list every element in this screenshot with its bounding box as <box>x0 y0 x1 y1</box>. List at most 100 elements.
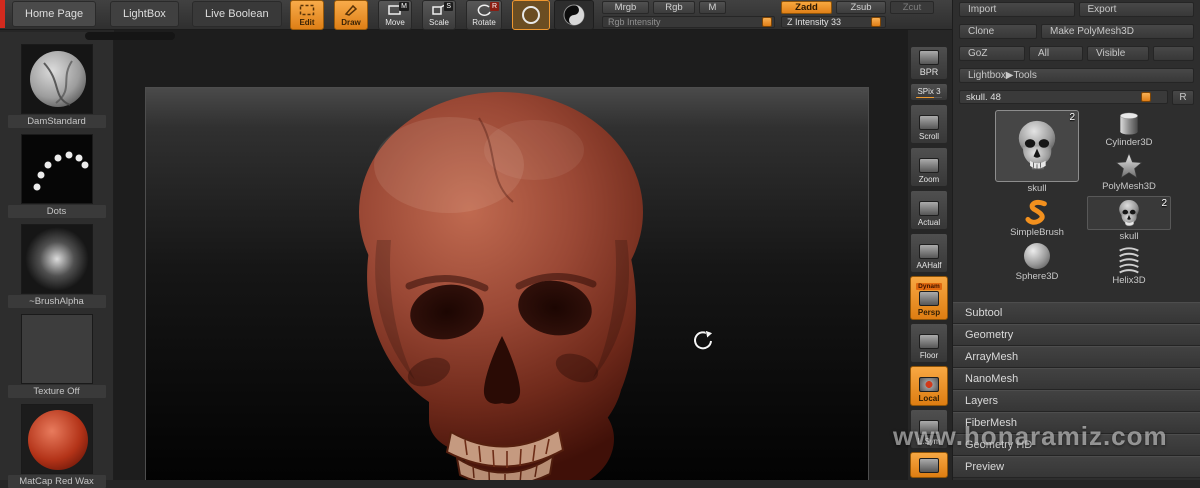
persp-button[interactable]: Dynam Persp <box>910 276 948 320</box>
zoom-button[interactable]: Zoom <box>910 147 948 187</box>
tool-name: PolyMesh3D <box>1102 181 1156 192</box>
tool-item-sphere3d[interactable] <box>995 242 1079 270</box>
lsym-icon <box>919 420 939 435</box>
tab-home-page[interactable]: Home Page <box>12 1 97 27</box>
tool-item-skull-2[interactable]: 2 <box>1087 196 1171 230</box>
z-intensity-slider[interactable]: Z Intensity 33 <box>781 16 886 28</box>
goz-visible-button[interactable]: Visible <box>1087 46 1149 61</box>
tool-submenus: Subtool Geometry ArrayMesh NanoMesh Laye… <box>953 302 1200 478</box>
tool-item-polymesh3d[interactable] <box>1087 152 1171 180</box>
viewport[interactable] <box>114 30 908 480</box>
lsym-button[interactable]: L.Sym <box>910 409 948 449</box>
material-thumbnail[interactable] <box>20 404 93 474</box>
slider-label: Rgb Intensity <box>608 17 661 27</box>
persp-grid-icon <box>919 291 939 306</box>
skull-tool-icon <box>1018 120 1056 170</box>
brush-thumbnail[interactable] <box>20 44 93 114</box>
menu-item-subtool[interactable]: Subtool <box>953 302 1200 324</box>
tool-column-right: Cylinder3D PolyMesh3D 2 skull Helix3D <box>1087 110 1171 290</box>
menu-item-fibermesh[interactable]: FiberMesh <box>953 412 1200 434</box>
mrgb-button[interactable]: Mrgb <box>602 1 649 14</box>
menu-item-geometry[interactable]: Geometry <box>953 324 1200 346</box>
active-tool-slider[interactable]: skull. 48 <box>959 90 1168 104</box>
scroll-button[interactable]: Scroll <box>910 104 948 144</box>
rotate-mode-button[interactable]: R Rotate <box>466 0 502 30</box>
slider-handle[interactable] <box>871 17 881 27</box>
lightbox-tools-button[interactable]: Lightbox▶Tools <box>959 68 1194 83</box>
zoom-magnifier-icon <box>919 158 939 173</box>
tab-lightbox[interactable]: LightBox <box>110 1 179 27</box>
scale-mode-button[interactable]: S Scale <box>422 0 456 30</box>
goz-all-button[interactable]: All <box>1029 46 1083 61</box>
m-button[interactable]: M <box>699 1 726 14</box>
bpr-button[interactable]: BPR <box>910 46 948 80</box>
stroke-selector[interactable] <box>512 0 550 30</box>
skull-tool-icon <box>1119 199 1139 226</box>
tool-item-helix3d[interactable] <box>1087 246 1171 274</box>
zadd-button[interactable]: Zadd <box>781 1 832 14</box>
edit-icon <box>299 4 315 16</box>
import-button[interactable]: Import <box>959 2 1075 17</box>
tool-item-cylinder3d[interactable] <box>1087 110 1171 136</box>
actual-button[interactable]: Actual <box>910 190 948 230</box>
scroll-hand-icon <box>919 115 939 130</box>
local-button[interactable]: Local <box>910 366 948 406</box>
alpha-name: ~BrushAlpha <box>7 295 106 308</box>
spix-value-bar[interactable] <box>916 97 942 98</box>
zcut-button[interactable]: Zcut <box>890 1 934 14</box>
alpha-thumbnail[interactable] <box>20 224 93 294</box>
aahalf-button[interactable]: AAHalf <box>910 233 948 273</box>
clipped-shelf-button[interactable] <box>910 452 948 478</box>
rgb-intensity-slider[interactable]: Rgb Intensity <box>602 16 775 28</box>
menu-label: Preview <box>965 461 1005 473</box>
skull-model[interactable] <box>329 90 679 480</box>
slider-handle[interactable] <box>1141 92 1151 102</box>
blank-button[interactable] <box>1153 46 1194 61</box>
clone-button[interactable]: Clone <box>959 24 1037 39</box>
btn-label: Import <box>968 4 997 15</box>
alpha-selector-panel[interactable]: ~BrushAlpha <box>7 224 106 308</box>
stroke-type-selector[interactable]: Dots <box>7 134 106 218</box>
btn-label: Zsub <box>850 2 872 13</box>
texture-selector[interactable]: Texture Off <box>7 314 106 398</box>
material-selector[interactable]: MatCap Red Wax <box>7 404 106 488</box>
rgb-button[interactable]: Rgb <box>653 1 695 14</box>
draw-mode-button[interactable]: Draw <box>334 0 368 30</box>
shelf-label: Scroll <box>918 132 939 141</box>
tool-item-skull-active[interactable]: 2 <box>995 110 1079 182</box>
sphere3d-icon <box>1024 243 1050 269</box>
tool-column-left: 2 skull SimpleBrush Sphere3D <box>995 110 1079 290</box>
btn-label: Visible <box>1096 48 1126 59</box>
export-button[interactable]: Export <box>1078 2 1194 17</box>
menu-label: Geometry HD <box>965 439 1033 451</box>
menu-item-layers[interactable]: Layers <box>953 390 1200 412</box>
menu-item-geometry-hd[interactable]: Geometry HD <box>953 434 1200 456</box>
stroke-thumbnail[interactable] <box>20 134 93 204</box>
bpr-icon <box>919 50 939 65</box>
restore-config-button[interactable]: R <box>1172 90 1194 105</box>
zsub-button[interactable]: Zsub <box>836 1 886 14</box>
spix-slider[interactable]: SPix 3 <box>910 83 948 101</box>
texture-name: Texture Off <box>7 385 106 398</box>
menu-item-nanomesh[interactable]: NanoMesh <box>953 368 1200 390</box>
brush-selector[interactable]: DamStandard <box>7 44 106 128</box>
texture-thumbnail[interactable] <box>20 314 93 384</box>
alpha-swirl-icon <box>563 4 585 26</box>
tab-live-boolean[interactable]: Live Boolean <box>192 1 282 27</box>
tool-item-simplebrush[interactable] <box>995 198 1079 226</box>
goz-button[interactable]: GoZ <box>959 46 1025 61</box>
btn-label: Zcut <box>902 2 922 13</box>
alpha-selector[interactable] <box>554 0 594 30</box>
edit-mode-button[interactable]: Edit <box>290 0 324 30</box>
make-polymesh3d-button[interactable]: Make PolyMesh3D <box>1041 24 1194 39</box>
left-shelf: DamStandard Dots ~BrushAlpha Texture Off… <box>0 32 114 488</box>
btn-label: Zadd <box>795 2 818 13</box>
material-sphere-icon <box>27 410 88 470</box>
slider-handle[interactable] <box>762 17 772 27</box>
menu-item-preview[interactable]: Preview <box>953 456 1200 478</box>
menu-item-arraymesh[interactable]: ArrayMesh <box>953 346 1200 368</box>
floor-button[interactable]: Floor <box>910 323 948 363</box>
top-scrollbar-handle[interactable] <box>85 32 175 40</box>
btn-label: Mrgb <box>614 2 637 13</box>
move-mode-button[interactable]: M Move <box>378 0 412 30</box>
